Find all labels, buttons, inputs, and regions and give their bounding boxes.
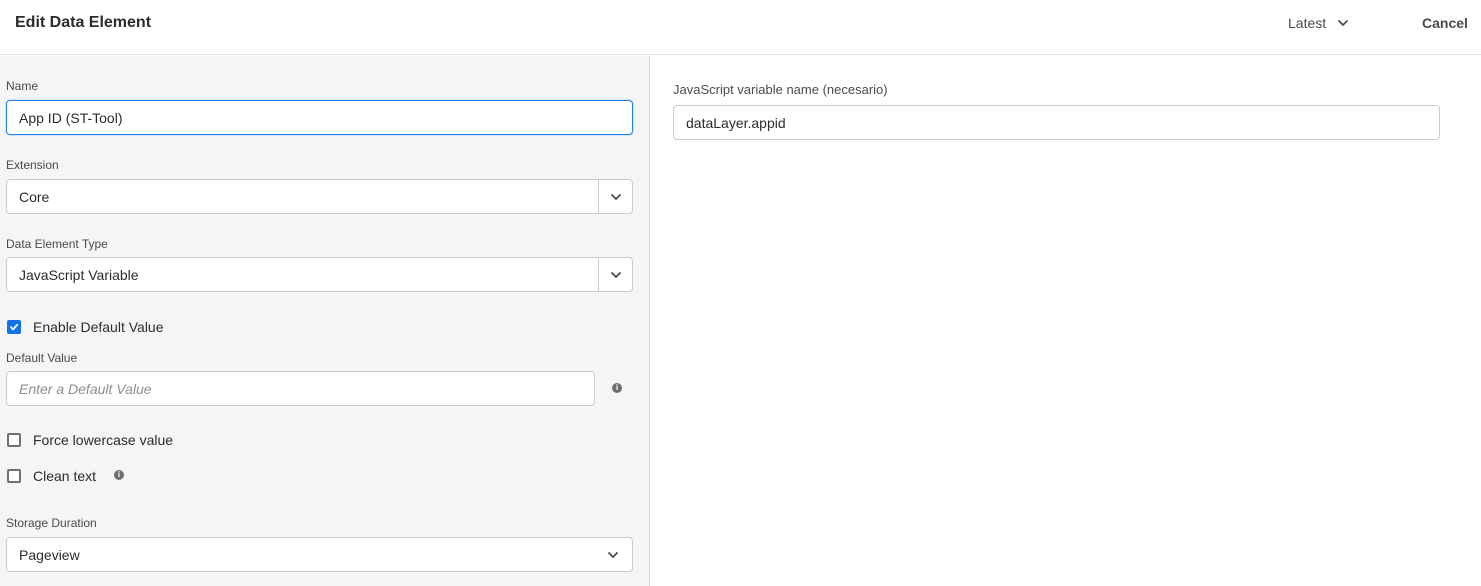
clean-text-row[interactable]: Clean text bbox=[7, 468, 96, 484]
js-var-label: JavaScript variable name (necesario) bbox=[673, 82, 888, 97]
type-value: JavaScript Variable bbox=[19, 266, 139, 283]
page-title: Edit Data Element bbox=[15, 14, 152, 31]
chevron-down-icon bbox=[1336, 16, 1350, 30]
name-label: Name bbox=[6, 79, 39, 93]
chevron-down-icon bbox=[610, 193, 621, 200]
clean-text-label: Clean text bbox=[33, 468, 97, 484]
clean-text-checkbox[interactable] bbox=[7, 469, 21, 483]
enable-default-row[interactable]: Enable Default Value bbox=[7, 319, 164, 335]
chevron-down-icon bbox=[608, 551, 618, 558]
chevron-down-icon bbox=[610, 271, 621, 278]
type-dropdown-button[interactable] bbox=[598, 258, 632, 291]
force-lowercase-checkbox[interactable] bbox=[7, 433, 21, 447]
enable-default-label: Enable Default Value bbox=[33, 319, 164, 335]
header-bar: Edit Data Element Latest Cancel bbox=[0, 0, 1481, 55]
info-icon[interactable]: i bbox=[612, 383, 622, 393]
default-value-input[interactable] bbox=[19, 380, 594, 397]
storage-duration-dropdown-button[interactable] bbox=[594, 538, 632, 571]
right-panel: JavaScript variable name (necesario) bbox=[651, 56, 1481, 586]
version-label: Latest bbox=[1288, 15, 1327, 31]
storage-duration-value: Pageview bbox=[19, 546, 80, 563]
extension-value: Core bbox=[19, 188, 50, 205]
version-dropdown[interactable]: Latest bbox=[1288, 13, 1350, 33]
js-var-input[interactable] bbox=[686, 114, 1439, 131]
extension-select[interactable]: Core bbox=[6, 179, 633, 214]
name-input[interactable] bbox=[19, 109, 632, 126]
left-panel: Name Extension Core Data Element Type Ja… bbox=[0, 56, 650, 586]
default-value-label: Default Value bbox=[6, 351, 78, 365]
checkmark-icon bbox=[10, 323, 19, 331]
type-select[interactable]: JavaScript Variable bbox=[6, 257, 633, 292]
storage-duration-select[interactable]: Pageview bbox=[6, 537, 633, 572]
js-var-field[interactable] bbox=[673, 105, 1440, 140]
storage-duration-label: Storage Duration bbox=[6, 516, 97, 530]
type-label: Data Element Type bbox=[6, 237, 108, 251]
extension-label: Extension bbox=[6, 158, 59, 172]
name-field[interactable] bbox=[6, 100, 633, 135]
default-value-field[interactable] bbox=[6, 371, 595, 406]
cancel-button[interactable]: Cancel bbox=[1422, 13, 1468, 33]
extension-dropdown-button[interactable] bbox=[598, 180, 632, 213]
enable-default-checkbox[interactable] bbox=[7, 320, 21, 334]
info-icon[interactable]: i bbox=[114, 470, 124, 480]
force-lowercase-row[interactable]: Force lowercase value bbox=[7, 432, 173, 448]
force-lowercase-label: Force lowercase value bbox=[33, 432, 174, 448]
